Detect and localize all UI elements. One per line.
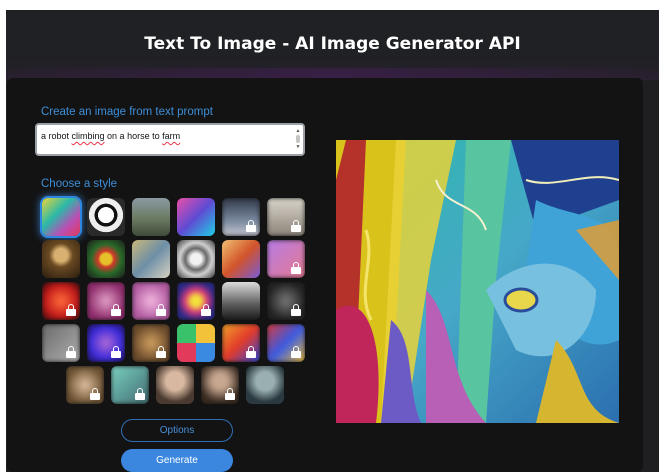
style-option[interactable] <box>177 198 215 236</box>
options-button[interactable]: Options <box>121 419 233 442</box>
style-option[interactable] <box>87 324 125 362</box>
prompt-text-1: a robot <box>41 131 72 141</box>
style-option[interactable] <box>267 282 305 320</box>
style-option[interactable] <box>111 366 149 404</box>
emoji-grid-style-icon <box>177 324 215 362</box>
lock-icon <box>156 304 166 316</box>
style-option[interactable] <box>177 240 215 278</box>
panda-style-icon <box>87 198 125 236</box>
prompt-text-3: on a horse to <box>104 131 163 141</box>
lock-icon <box>201 304 211 316</box>
lock-icon <box>156 346 166 358</box>
lock-icon <box>291 346 301 358</box>
style-option[interactable] <box>156 366 194 404</box>
lock-icon <box>246 220 256 232</box>
misty-landscape-style-icon <box>132 198 170 236</box>
lock-icon <box>111 346 121 358</box>
generated-image-art <box>336 140 619 423</box>
style-option[interactable] <box>42 240 80 278</box>
style-option[interactable] <box>267 198 305 236</box>
flower-bouquet-style-icon <box>87 240 125 278</box>
scroll-down-icon[interactable]: ▼ <box>296 144 301 150</box>
style-option[interactable] <box>222 198 260 236</box>
prompt-label: Create an image from text prompt <box>41 106 213 118</box>
lock-icon <box>90 388 100 400</box>
style-option[interactable] <box>87 240 125 278</box>
style-option[interactable] <box>132 324 170 362</box>
style-option[interactable] <box>132 240 170 278</box>
abstract-colorful-style-icon <box>42 198 80 236</box>
style-label: Choose a style <box>41 178 118 190</box>
style-option[interactable] <box>222 324 260 362</box>
style-option[interactable] <box>267 324 305 362</box>
page-title: Text To Image - AI Image Generator API <box>144 34 521 54</box>
style-option[interactable] <box>132 198 170 236</box>
lock-icon <box>66 346 76 358</box>
lock-icon <box>291 304 301 316</box>
style-option[interactable] <box>267 240 305 278</box>
renaissance-portrait-style-icon <box>42 240 80 278</box>
style-option[interactable] <box>42 198 80 236</box>
lock-icon <box>66 304 76 316</box>
style-option[interactable] <box>87 198 125 236</box>
ballet-painting-style-icon <box>132 240 170 278</box>
lock-icon <box>246 346 256 358</box>
zombie-portrait-style-icon <box>246 366 284 404</box>
style-option[interactable] <box>177 282 215 320</box>
cyberpunk-robot-style-icon <box>177 198 215 236</box>
woman-portrait-style-icon <box>156 366 194 404</box>
3d-render-style-icon <box>222 240 260 278</box>
style-option[interactable] <box>222 282 260 320</box>
lock-icon <box>111 304 121 316</box>
scroll-up-icon[interactable]: ▲ <box>296 128 301 134</box>
lock-icon <box>225 388 235 400</box>
lock-icon <box>291 220 301 232</box>
prompt-text-4: farm <box>162 131 181 141</box>
style-option[interactable] <box>66 366 104 404</box>
prompt-text-2: climbing <box>71 131 105 141</box>
style-option[interactable] <box>246 366 284 404</box>
style-option[interactable] <box>42 282 80 320</box>
modern-house-style-icon <box>222 282 260 320</box>
lock-icon <box>291 262 301 274</box>
prompt-scrollbar[interactable]: ▲ ▼ <box>295 128 301 150</box>
lock-icon <box>135 388 145 400</box>
style-option[interactable] <box>42 324 80 362</box>
style-option[interactable] <box>132 282 170 320</box>
generate-button[interactable]: Generate <box>121 449 233 472</box>
metallic-sphere-style-icon <box>177 240 215 278</box>
generated-image <box>336 140 619 423</box>
style-option[interactable] <box>87 282 125 320</box>
prompt-textarea[interactable]: a robot climbing on a horse to farm ▲ ▼ <box>35 123 305 156</box>
style-option[interactable] <box>201 366 239 404</box>
style-option[interactable] <box>177 324 215 362</box>
style-option[interactable] <box>222 240 260 278</box>
